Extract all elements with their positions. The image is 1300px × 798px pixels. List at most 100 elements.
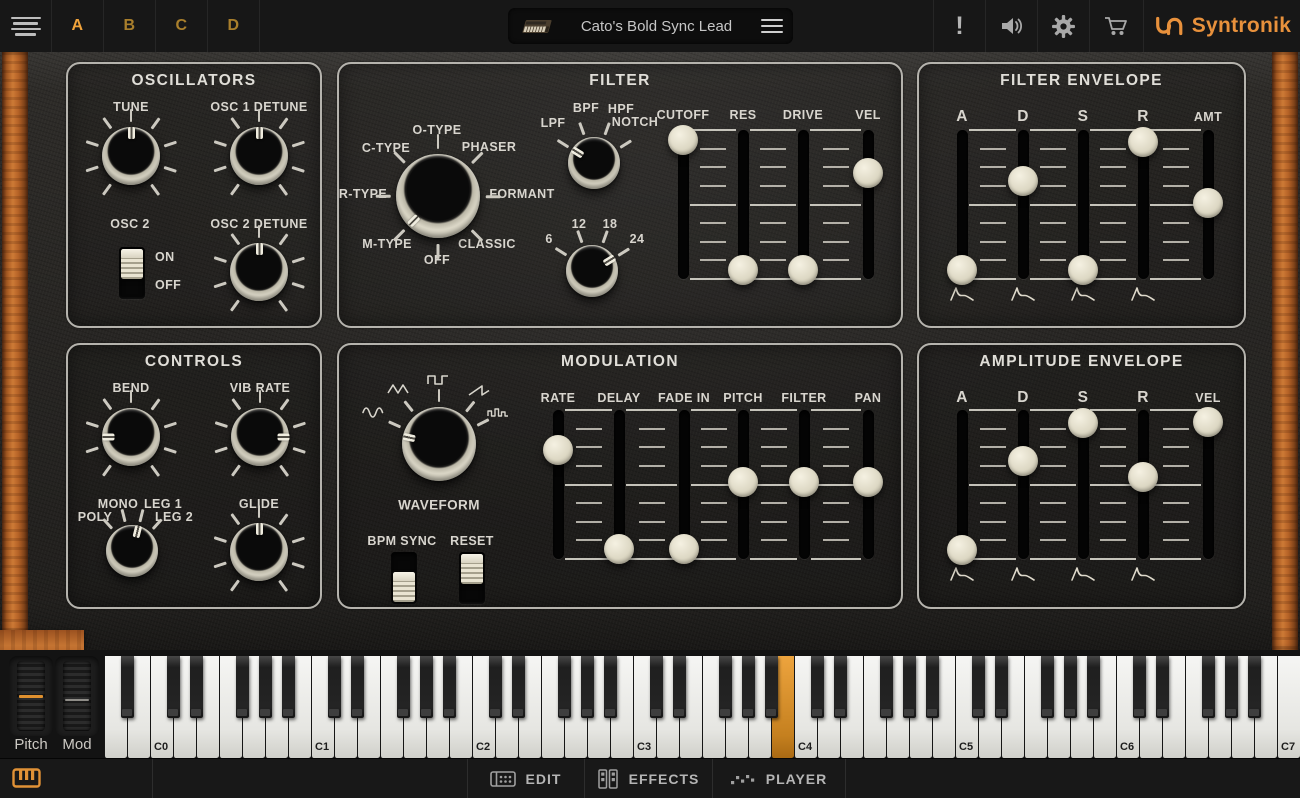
black-key[interactable] bbox=[190, 656, 203, 718]
black-key[interactable] bbox=[719, 656, 732, 718]
osc2-detune-knob[interactable] bbox=[230, 243, 288, 301]
d-slider-track[interactable] bbox=[1018, 130, 1029, 279]
black-key[interactable] bbox=[650, 656, 663, 718]
preset-name[interactable]: Cato's Bold Sync Lead bbox=[552, 18, 761, 35]
black-key[interactable] bbox=[1133, 656, 1146, 718]
osc2-off-label: OFF bbox=[155, 278, 181, 292]
black-key[interactable] bbox=[420, 656, 433, 718]
filter-mode-knob[interactable] bbox=[396, 154, 480, 238]
black-key[interactable] bbox=[581, 656, 594, 718]
glide-knob[interactable] bbox=[230, 523, 288, 581]
black-key[interactable] bbox=[604, 656, 617, 718]
black-key[interactable] bbox=[282, 656, 295, 718]
tab-b[interactable]: B bbox=[104, 0, 156, 52]
pan-slider-handle[interactable] bbox=[853, 467, 883, 497]
tab-d[interactable]: D bbox=[208, 0, 260, 52]
d-slider-handle[interactable] bbox=[1008, 166, 1038, 196]
knob-tick bbox=[163, 165, 176, 171]
black-key[interactable] bbox=[995, 656, 1008, 718]
keyboard-toggle-button[interactable] bbox=[12, 768, 42, 794]
d-slider-track[interactable] bbox=[1018, 410, 1029, 559]
black-key[interactable] bbox=[1041, 656, 1054, 718]
pitch-slider-handle[interactable] bbox=[728, 467, 758, 497]
vel-slider-handle[interactable] bbox=[853, 158, 883, 188]
r-slider-handle[interactable] bbox=[1128, 462, 1158, 492]
osc2-switch[interactable] bbox=[119, 247, 145, 299]
reset-switch[interactable] bbox=[459, 552, 485, 604]
r-slider-handle[interactable] bbox=[1128, 127, 1158, 157]
bend-knob[interactable] bbox=[102, 408, 160, 466]
a-slider-handle[interactable] bbox=[947, 255, 977, 285]
s-slider-handle[interactable] bbox=[1068, 255, 1098, 285]
black-key[interactable] bbox=[1064, 656, 1077, 718]
white-key-c7[interactable]: C7 bbox=[1277, 656, 1300, 758]
black-key[interactable] bbox=[236, 656, 249, 718]
settings-button[interactable] bbox=[1037, 0, 1089, 52]
black-key[interactable] bbox=[811, 656, 824, 718]
osc1-detune-knob[interactable] bbox=[230, 127, 288, 185]
black-key[interactable] bbox=[1202, 656, 1215, 718]
black-key[interactable] bbox=[259, 656, 272, 718]
res-slider-handle[interactable] bbox=[728, 255, 758, 285]
bpm-sync-switch-handle[interactable] bbox=[393, 572, 415, 602]
black-key[interactable] bbox=[121, 656, 134, 718]
filter-label: FILTER bbox=[781, 391, 826, 405]
tune-knob[interactable] bbox=[102, 127, 160, 185]
black-key[interactable] bbox=[834, 656, 847, 718]
black-key[interactable] bbox=[558, 656, 571, 718]
black-key[interactable] bbox=[351, 656, 364, 718]
amt-slider-handle[interactable] bbox=[1193, 188, 1223, 218]
black-key[interactable] bbox=[489, 656, 502, 718]
preset-menu-icon[interactable] bbox=[761, 15, 783, 37]
mod-wheel[interactable] bbox=[63, 661, 91, 731]
black-key[interactable] bbox=[1156, 656, 1169, 718]
black-key[interactable] bbox=[167, 656, 180, 718]
black-key[interactable] bbox=[972, 656, 985, 718]
black-key[interactable] bbox=[397, 656, 410, 718]
voice-mode-knob[interactable] bbox=[106, 525, 158, 577]
volume-button[interactable] bbox=[985, 0, 1037, 52]
octave-label: C0 bbox=[154, 741, 168, 753]
main-menu-button[interactable] bbox=[0, 0, 52, 52]
mod-wheel-label: Mod bbox=[62, 736, 91, 753]
filter-slope-knob[interactable] bbox=[566, 245, 618, 297]
black-key[interactable] bbox=[673, 656, 686, 718]
black-key[interactable] bbox=[328, 656, 341, 718]
black-key[interactable] bbox=[1248, 656, 1261, 718]
drive-slider-handle[interactable] bbox=[788, 255, 818, 285]
bpm-sync-switch[interactable] bbox=[391, 552, 417, 604]
black-key[interactable] bbox=[765, 656, 778, 718]
black-key[interactable] bbox=[880, 656, 893, 718]
black-key[interactable] bbox=[1225, 656, 1238, 718]
black-key[interactable] bbox=[903, 656, 916, 718]
tab-a[interactable]: A bbox=[52, 0, 104, 52]
black-key[interactable] bbox=[926, 656, 939, 718]
reset-switch-handle[interactable] bbox=[461, 554, 483, 584]
player-tab[interactable]: PLAYER bbox=[712, 759, 845, 798]
pitch-wheel[interactable] bbox=[17, 661, 45, 731]
vel-slider-track[interactable] bbox=[863, 130, 874, 279]
vel-slider-handle[interactable] bbox=[1193, 407, 1223, 437]
black-key[interactable] bbox=[1087, 656, 1100, 718]
d-slider-handle[interactable] bbox=[1008, 446, 1038, 476]
vib-rate-knob[interactable] bbox=[231, 408, 289, 466]
preset-selector[interactable]: Cato's Bold Sync Lead bbox=[508, 8, 793, 44]
black-key[interactable] bbox=[742, 656, 755, 718]
filter-type-knob[interactable] bbox=[568, 137, 620, 189]
a-slider-handle[interactable] bbox=[947, 535, 977, 565]
black-key[interactable] bbox=[443, 656, 456, 718]
delay-slider-handle[interactable] bbox=[604, 534, 634, 564]
effects-tab[interactable]: EFFECTS bbox=[584, 759, 712, 798]
tab-c[interactable]: C bbox=[156, 0, 208, 52]
edit-tab[interactable]: EDIT bbox=[467, 759, 584, 798]
osc2-switch-handle[interactable] bbox=[121, 249, 143, 279]
lfo-waveform-knob[interactable] bbox=[402, 407, 476, 481]
cart-button[interactable] bbox=[1089, 0, 1141, 52]
pitch-wheel-label: Pitch bbox=[14, 736, 47, 753]
black-key[interactable] bbox=[512, 656, 525, 718]
filter-slider-handle[interactable] bbox=[789, 467, 819, 497]
alert-button[interactable]: ! bbox=[933, 0, 985, 52]
fade-in-slider-handle[interactable] bbox=[669, 534, 699, 564]
piano-keyboard[interactable]: C0C1C2C3C4C5C6C7 bbox=[104, 656, 1300, 758]
rate-slider-track[interactable] bbox=[553, 410, 564, 559]
